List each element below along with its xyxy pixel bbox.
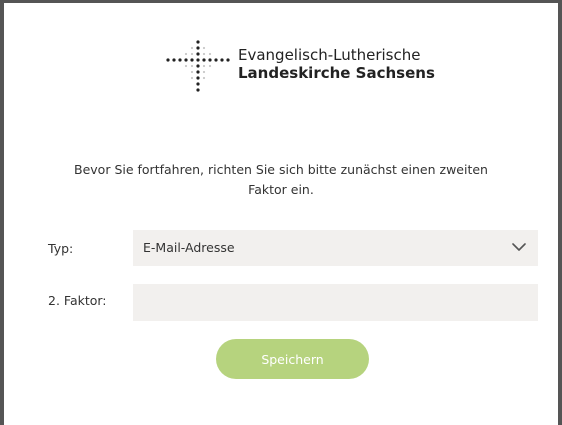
church-name-line1: Evangelisch-Lutherische <box>238 46 421 64</box>
church-logo: Evangelisch-Lutherische Landeskirche Sac… <box>160 38 435 94</box>
chevron-down-icon <box>512 243 526 251</box>
cross-dots-logo-icon <box>166 40 230 92</box>
church-name: Evangelisch-Lutherische Landeskirche Sac… <box>238 46 435 82</box>
type-label: Typ: <box>48 241 74 256</box>
factor-label: 2. Faktor: <box>48 293 107 308</box>
type-select[interactable]: E-Mail-Adresse <box>133 230 538 266</box>
second-factor-input[interactable] <box>133 284 538 321</box>
window-border-top <box>0 0 562 3</box>
window-border-right <box>558 0 562 425</box>
type-select-value: E-Mail-Adresse <box>143 240 235 255</box>
dialog: Evangelisch-Lutherische Landeskirche Sac… <box>0 0 562 425</box>
church-name-line2: Landeskirche Sachsens <box>238 64 435 82</box>
save-button[interactable]: Speichern <box>216 339 369 379</box>
window-border-left <box>0 0 4 425</box>
intro-text: Bevor Sie fortfahren, richten Sie sich b… <box>74 162 488 197</box>
